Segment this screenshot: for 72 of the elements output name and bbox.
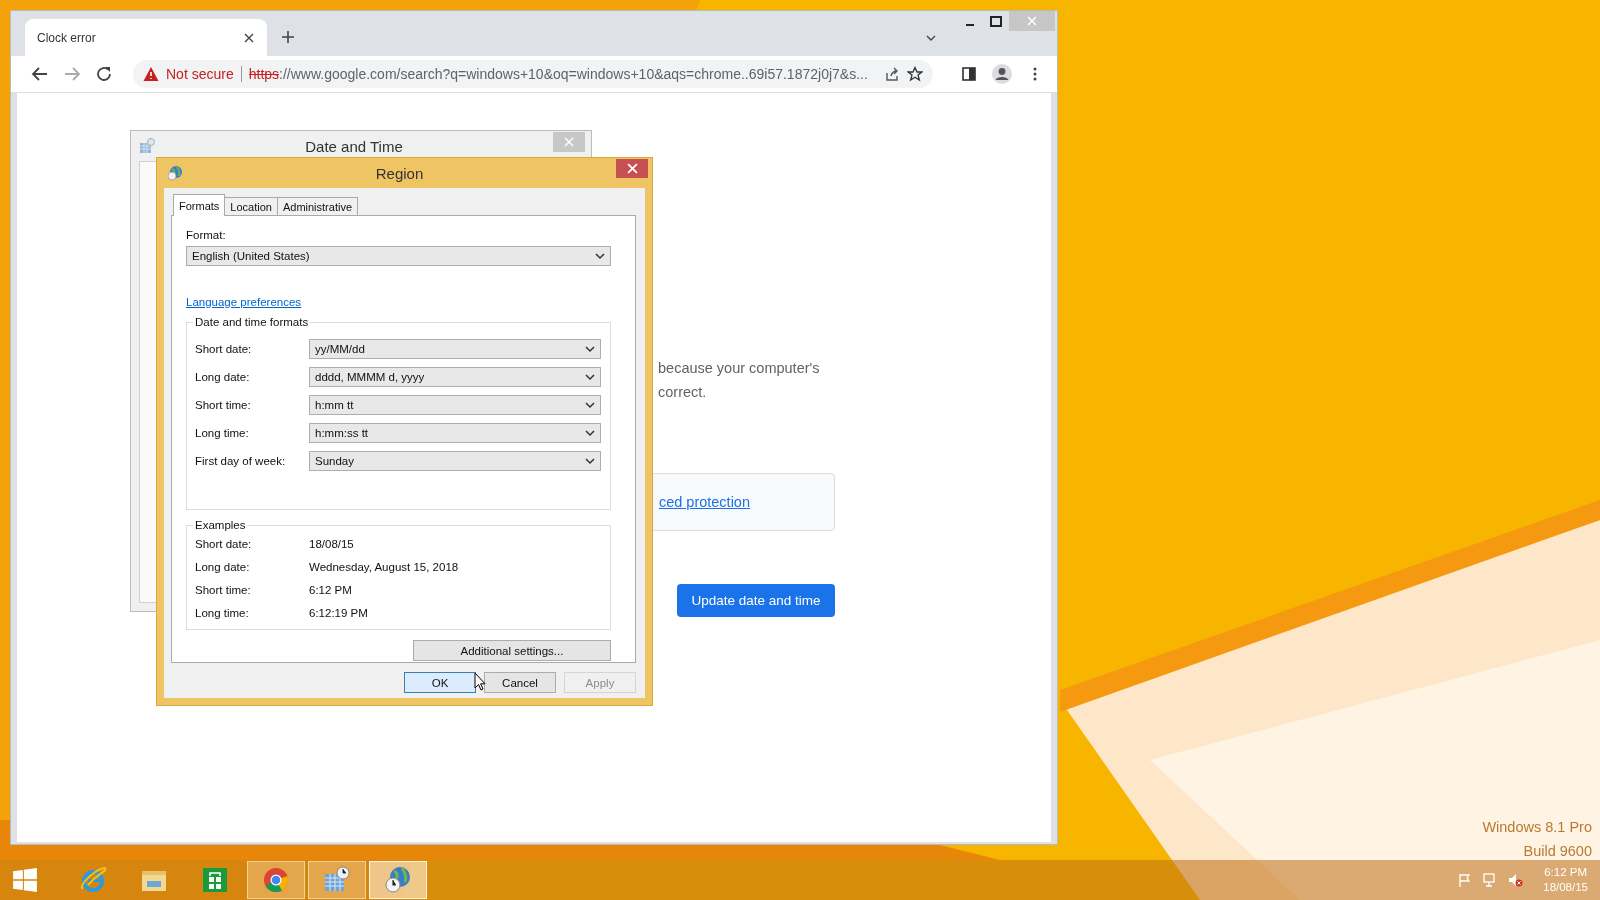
taskbar-button[interactable]: [369, 861, 427, 899]
format-dropdown[interactable]: dddd, MMMM d, yyyy: [309, 367, 601, 387]
dialog-title: Region: [374, 164, 425, 182]
build-text: Build 9600: [1522, 842, 1592, 861]
chevron-down-icon: [585, 345, 595, 353]
protection-link[interactable]: ced protection: [658, 494, 750, 510]
example-label: Short time:: [195, 584, 252, 596]
chrome-icon: [261, 865, 291, 895]
close-button[interactable]: [616, 159, 648, 178]
close-icon: [564, 137, 574, 147]
example-label: Long date:: [195, 561, 251, 573]
example-value: 6:12:19 PM: [309, 607, 368, 619]
message-text: because your computer's: [658, 359, 820, 378]
clock-date: 18/08/15: [1543, 880, 1588, 895]
close-icon[interactable]: [243, 31, 255, 44]
format-dropdown[interactable]: yy/MM/dd: [309, 339, 601, 359]
field-label: Short time:: [195, 399, 252, 411]
dialog-tab[interactable]: Formats: [173, 194, 226, 216]
chevron-down-icon: [595, 252, 605, 260]
browser-e-icon: [78, 865, 108, 895]
format-dropdown[interactable]: Sunday: [309, 451, 601, 471]
edition-text: Windows 8.1 Pro: [1482, 818, 1592, 837]
update-button[interactable]: Update date and time: [677, 584, 835, 617]
field-label: First day of week:: [195, 455, 287, 467]
group-title: Examples: [193, 519, 248, 531]
chevron-down-icon: [585, 429, 595, 437]
example-value: 6:12 PM: [309, 584, 352, 596]
url-text: https://www.google.com/search?q=windows+10&oq=windows+10&aqs=chrome..69i57.1872j0j7&s...: [248, 66, 869, 82]
field-label: Long date:: [195, 371, 251, 383]
format-label: Format:: [186, 229, 227, 241]
field-label: Long time:: [195, 427, 250, 439]
close-icon: [626, 163, 638, 174]
chevron-down-icon: [585, 373, 595, 381]
pointer-icon: [474, 672, 486, 691]
side-panel-icon[interactable]: [961, 66, 977, 82]
back-icon[interactable]: [31, 65, 49, 83]
chevron-down-icon: [585, 457, 595, 465]
example-value: 18/08/15: [309, 538, 354, 550]
new-tab-icon[interactable]: [281, 30, 295, 44]
format-dropdown[interactable]: English (United States): [186, 246, 611, 266]
example-label: Long time:: [195, 607, 250, 619]
address-bar[interactable]: Not secure https://www.google.com/search?q=windows+10&oq=windows+10&aqs=chrome..69i57.1872j0j7&s...: [133, 60, 933, 88]
clock-calendar-icon: [139, 138, 155, 154]
field-label: Short date:: [195, 343, 253, 355]
example-label: Short date:: [195, 538, 253, 550]
close-icon: [1026, 15, 1038, 27]
warning-icon: [143, 66, 159, 82]
taskbar-button[interactable]: [247, 861, 305, 899]
message-text: correct.: [658, 383, 708, 402]
language-preferences-link[interactable]: Language preferences: [186, 296, 302, 308]
window-title: Date and Time: [304, 137, 404, 155]
chevron-down-icon: [585, 401, 595, 409]
profile-icon[interactable]: [991, 63, 1013, 85]
start-icon[interactable]: [12, 867, 38, 893]
example-value: Wednesday, August 15, 2018: [309, 561, 459, 573]
additional-settings-button[interactable]: Additional settings...: [413, 640, 611, 661]
browser-tab[interactable]: Clock error: [25, 19, 267, 56]
globe-clock-icon: [383, 865, 413, 895]
star-icon[interactable]: [907, 66, 923, 82]
security-label[interactable]: Not secure: [166, 66, 234, 82]
store-bag-icon: [200, 865, 230, 895]
format-dropdown[interactable]: h:mm tt: [309, 395, 601, 415]
volume-muted-icon[interactable]: [1507, 872, 1524, 888]
dialog-button[interactable]: OK: [404, 672, 476, 693]
dialog-tab[interactable]: Administrative: [276, 197, 358, 215]
reload-icon[interactable]: [95, 65, 113, 83]
group-title: Date and time formats: [193, 316, 311, 328]
format-dropdown[interactable]: h:mm:ss tt: [309, 423, 601, 443]
globe-clock-icon: [167, 165, 183, 181]
dialog-button[interactable]: Cancel: [484, 672, 556, 693]
share-icon[interactable]: [884, 66, 900, 82]
clock-time: 6:12 PM: [1544, 865, 1588, 880]
